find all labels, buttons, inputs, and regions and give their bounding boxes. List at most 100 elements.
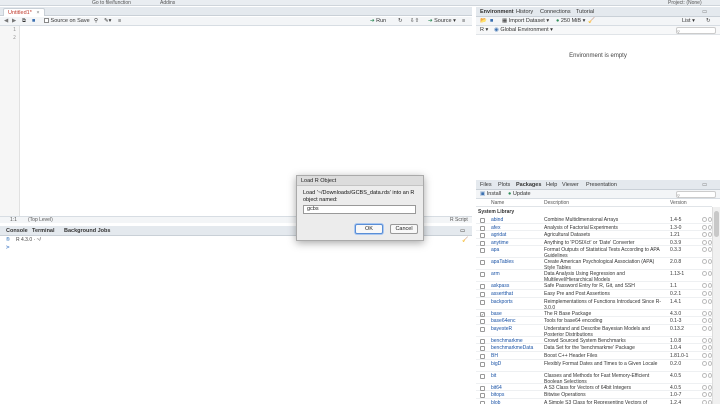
package-checkbox[interactable]	[480, 225, 485, 231]
package-name-link[interactable]: assertthat	[491, 291, 513, 297]
package-name-link[interactable]: anytime	[491, 240, 509, 246]
save-icon[interactable]: ■	[32, 18, 35, 25]
file-type-selector[interactable]: R Script	[450, 217, 468, 224]
package-name-link[interactable]: blob	[491, 400, 500, 404]
package-checkbox[interactable]	[480, 291, 485, 297]
package-checkbox[interactable]	[480, 373, 485, 379]
package-checkbox[interactable]	[480, 361, 485, 367]
package-checkbox[interactable]	[480, 326, 485, 332]
tab-terminal[interactable]: Terminal	[32, 228, 55, 234]
package-name-link[interactable]: base64enc	[491, 318, 515, 324]
ok-button[interactable]: OK	[355, 224, 383, 234]
package-name-link[interactable]: base	[491, 311, 502, 317]
package-name-link[interactable]: apa	[491, 247, 499, 253]
col-name[interactable]: Name	[491, 200, 504, 206]
cancel-button[interactable]: Cancel	[390, 224, 418, 234]
package-name-link[interactable]: askpass	[491, 283, 509, 289]
package-name-link[interactable]: bayesteR	[491, 326, 512, 332]
show-in-window-icon[interactable]: ⧉	[22, 18, 26, 25]
package-name-link[interactable]: arm	[491, 271, 500, 277]
tab-untitled1[interactable]: Untitled1* ×	[3, 8, 45, 16]
import-dataset-button[interactable]: ▦ Import Dataset ▾	[502, 18, 549, 25]
refresh-icon[interactable]: ↻	[706, 18, 711, 25]
globe-icon[interactable]	[702, 259, 707, 265]
clear-console-icon[interactable]: 🧹	[462, 236, 468, 244]
search-icon[interactable]: ⚲	[94, 18, 98, 25]
project-menu[interactable]: Project: (None)	[668, 0, 702, 6]
package-name-link[interactable]: afex	[491, 225, 500, 231]
console-output[interactable]: >	[0, 244, 472, 404]
packages-scrollbar[interactable]	[712, 207, 720, 404]
language-select[interactable]: R ▾	[480, 27, 488, 34]
package-checkbox[interactable]	[480, 272, 485, 278]
tab-packages[interactable]: Packages	[516, 182, 541, 188]
globe-icon[interactable]	[702, 337, 707, 343]
globe-icon[interactable]	[702, 310, 707, 316]
package-checkbox[interactable]: ✓	[480, 311, 485, 317]
scroll-thumb[interactable]	[714, 211, 719, 237]
open-icon[interactable]: 📂	[480, 18, 487, 25]
globe-icon[interactable]	[702, 283, 707, 289]
package-name-link[interactable]: abind	[491, 217, 503, 223]
package-checkbox[interactable]	[480, 218, 485, 223]
update-button[interactable]: ● Update	[508, 191, 531, 198]
packages-search-input[interactable]: ⚲	[676, 191, 716, 198]
globe-icon[interactable]	[702, 271, 707, 277]
tab-history[interactable]: History	[516, 9, 533, 15]
globe-icon[interactable]	[702, 360, 707, 366]
globe-icon[interactable]	[702, 298, 707, 304]
package-checkbox[interactable]	[480, 240, 485, 246]
package-checkbox[interactable]	[480, 319, 485, 325]
globe-icon[interactable]	[702, 384, 707, 390]
tab-background-jobs[interactable]: Background Jobs	[64, 228, 110, 234]
package-name-link[interactable]: benchmarkme	[491, 338, 523, 344]
package-name-link[interactable]: bitops	[491, 392, 504, 398]
globe-icon[interactable]	[702, 224, 707, 230]
package-checkbox[interactable]	[480, 248, 485, 254]
forward-arrow-icon[interactable]: ▶	[12, 18, 16, 25]
tab-connections[interactable]: Connections	[540, 9, 571, 15]
globe-icon[interactable]	[702, 247, 707, 253]
globe-icon[interactable]	[702, 372, 707, 378]
maximize-icon[interactable]: ▭	[702, 182, 707, 188]
tab-plots[interactable]: Plots	[498, 182, 510, 188]
globe-icon[interactable]	[702, 392, 707, 398]
broom-icon[interactable]: 🧹	[588, 18, 595, 25]
package-checkbox[interactable]	[480, 346, 485, 352]
run-button[interactable]: ➔ Run	[370, 18, 386, 25]
source-on-save-checkbox[interactable]: Source on Save	[44, 18, 90, 25]
col-description[interactable]: Description	[544, 200, 569, 206]
package-name-link[interactable]: bigD	[491, 361, 501, 367]
globe-icon[interactable]	[702, 217, 707, 222]
goto-file-input[interactable]: Go to file/function	[92, 0, 131, 6]
package-checkbox[interactable]	[480, 338, 485, 344]
object-name-input[interactable]: gcbs	[303, 205, 416, 214]
minimize-icon[interactable]: ▭	[702, 9, 707, 15]
addins-menu[interactable]: Addins	[160, 0, 175, 6]
package-name-link[interactable]: BH	[491, 353, 498, 359]
memory-usage[interactable]: ● 250 MiB ▾	[556, 18, 585, 25]
package-checkbox[interactable]	[480, 299, 485, 305]
back-arrow-icon[interactable]: ◀	[4, 18, 8, 25]
outline-icon[interactable]: ≡	[462, 18, 465, 25]
package-checkbox[interactable]	[480, 284, 485, 290]
navigate-icon[interactable]: ⇩⇧	[410, 18, 419, 25]
maximize-icon[interactable]: ▭	[460, 228, 465, 234]
install-button[interactable]: ▣ Install	[480, 191, 501, 198]
globe-icon[interactable]	[702, 290, 707, 296]
globe-icon[interactable]	[702, 239, 707, 245]
package-checkbox[interactable]	[480, 353, 485, 359]
package-name-link[interactable]: apaTables	[491, 259, 514, 265]
code-tools-icon[interactable]: ✎▾	[104, 18, 111, 25]
tab-console[interactable]: Console	[6, 228, 28, 234]
tab-environment[interactable]: Environment	[480, 9, 514, 15]
package-name-link[interactable]: bit	[491, 373, 496, 379]
globe-icon[interactable]	[702, 232, 707, 238]
source-button[interactable]: ➔ Source ▾	[428, 18, 456, 25]
globe-icon[interactable]	[702, 325, 707, 331]
compile-report-icon[interactable]: ≡	[118, 18, 121, 25]
package-checkbox[interactable]	[480, 260, 485, 266]
globe-icon[interactable]	[702, 345, 707, 351]
package-name-link[interactable]: benchmarkmeData	[491, 345, 533, 351]
tab-files[interactable]: Files	[480, 182, 492, 188]
